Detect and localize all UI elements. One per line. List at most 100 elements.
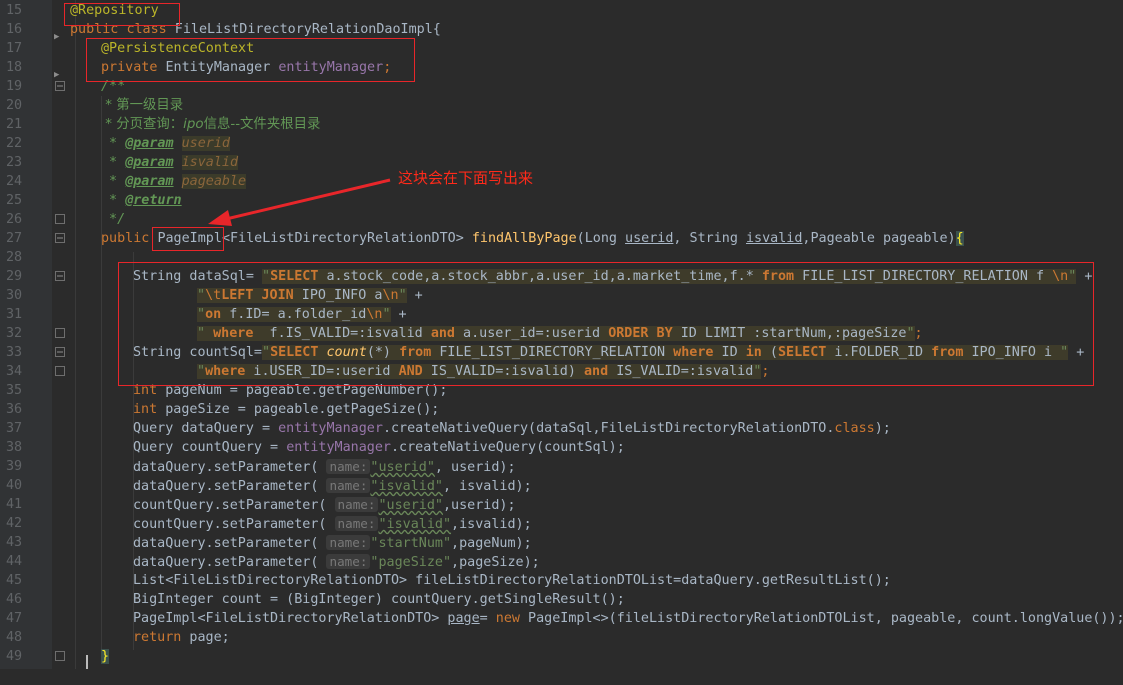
code-line-40: dataQuery.setParameter( name: "isvalid", … [0, 476, 1123, 495]
code-text: dataQuery.setParameter( [133, 460, 327, 475]
doc-comment: * [101, 155, 126, 170]
fold-end-icon[interactable] [55, 328, 65, 338]
code-text: Query dataQuery = [133, 421, 279, 436]
doc-comment: * 第一级目录 [101, 98, 184, 113]
code-line-20: * 第一级目录 [0, 96, 1123, 115]
param: ,Pageable pageable) [802, 231, 956, 246]
field-entity-manager: entityManager [286, 440, 391, 455]
code-line-41: countQuery.setParameter( name: "userid",u… [0, 495, 1123, 514]
code-line-37: Query dataQuery = entityManager.createNa… [0, 419, 1123, 438]
fold-minus-icon[interactable] [55, 81, 65, 91]
fold-minus-icon[interactable] [55, 347, 65, 357]
doc-comment: * [101, 136, 126, 151]
code-text: page; [181, 630, 230, 645]
code-text: PageImpl<>(fileListDirectoryRelationDTOL… [519, 611, 1123, 626]
param-hint: name: [326, 554, 371, 569]
code-line-22: * @param userid [0, 134, 1123, 153]
doc-param-tag: @param [125, 155, 174, 170]
code-line-25: * @return [0, 191, 1123, 210]
highlight-box-sql [118, 262, 1094, 386]
doc-comment: 信息--文件夹根目录 [203, 117, 321, 132]
code-line-47: PageImpl<FileListDirectoryRelationDTO> p… [0, 609, 1123, 628]
doc-comment: ipo [183, 117, 204, 132]
code-line-46: BigInteger count = (BigInteger) countQue… [0, 590, 1123, 609]
code-text: dataQuery.setParameter( [133, 555, 327, 570]
code-text: dataQuery.setParameter( [133, 536, 327, 551]
open-brace: { [955, 231, 964, 246]
param: (Long [576, 231, 626, 246]
fold-arrow-icon[interactable]: ▶ [54, 70, 59, 80]
code-line-23: * @param isvalid [0, 153, 1123, 172]
keyword-return: return [133, 630, 182, 645]
code-line-38: Query countQuery = entityManager.createN… [0, 438, 1123, 457]
doc-return-tag: @return [125, 193, 182, 208]
fold-end-icon[interactable] [55, 366, 65, 376]
code-text: ,pageNum); [451, 536, 532, 551]
code-text: List<FileListDirectoryRelationDTO> fileL… [133, 573, 891, 588]
code-line-44: dataQuery.setParameter( name: "pageSize",… [0, 552, 1123, 571]
field-entity-manager: entityManager [278, 421, 383, 436]
highlight-box-pageimpl [152, 227, 224, 251]
class-name: FileListDirectoryRelationDaoImpl{ [166, 22, 441, 37]
keyword-int: int [133, 402, 158, 417]
code-text: , userid); [434, 460, 516, 475]
code-text: Query countQuery = [133, 440, 287, 455]
close-brace: } [101, 649, 110, 664]
code-line-42: countQuery.setParameter( name: "isvalid",… [0, 514, 1123, 533]
code-text: .createNativeQuery(countSql); [391, 440, 625, 455]
keyword-class: class [834, 421, 875, 436]
code-text: ,pageSize); [451, 555, 540, 570]
string-literal: "isvalid" [370, 479, 443, 494]
code-text: pageSize = pageable.getPageSize(); [157, 402, 440, 417]
code-line-43: dataQuery.setParameter( name: "startNum",… [0, 533, 1123, 552]
fold-end-icon[interactable] [55, 214, 65, 224]
param-hint: name: [334, 497, 379, 512]
variable-page: page [447, 611, 480, 626]
doc-comment: */ [101, 212, 126, 227]
callout-arrow-icon [208, 178, 391, 226]
code-text: countQuery.setParameter( [133, 517, 335, 532]
code-text: BigInteger count = (BigInteger) countQue… [133, 592, 625, 607]
param-hint: name: [326, 459, 371, 474]
highlight-box-persistence [86, 38, 415, 82]
code-text: ,userid); [442, 498, 516, 513]
doc-param-value: userid [181, 136, 230, 151]
callout-text: 这块会在下面写出来 [398, 169, 534, 187]
string-literal: "startNum" [370, 536, 452, 551]
string-literal: "isvalid" [378, 517, 452, 532]
highlight-box-repository [64, 3, 180, 26]
code-text: ); [874, 421, 891, 436]
doc-comment: * 分页查询： [101, 117, 184, 132]
code-line-24: * @param pageable [0, 172, 1123, 191]
code-line-45: List<FileListDirectoryRelationDTO> fileL… [0, 571, 1123, 590]
code-text: dataQuery.setParameter( [133, 479, 327, 494]
string-literal: "userid" [378, 498, 443, 513]
code-text: countQuery.setParameter( [133, 498, 335, 513]
keyword-new: new [495, 611, 520, 626]
doc-param-tag: @param [125, 174, 174, 189]
doc-comment: * [101, 174, 126, 189]
code-text: PageImpl<FileListDirectoryRelationDTO> [133, 611, 448, 626]
generic-type: <FileListDirectoryRelationDTO> [221, 231, 472, 246]
string-literal: "pageSize" [370, 555, 452, 570]
param: , String [673, 231, 746, 246]
fold-arrow-icon[interactable]: ▶ [54, 32, 59, 42]
code-line-49: } [0, 647, 1123, 666]
doc-comment: * [101, 193, 126, 208]
code-text: , isvalid); [442, 479, 532, 494]
code-line-39: dataQuery.setParameter( name: "userid", u… [0, 457, 1123, 476]
code-line-48: return page; [0, 628, 1123, 647]
param-name: userid [625, 231, 674, 246]
code-text: .createNativeQuery(dataSql,FileListDirec… [382, 421, 835, 436]
fold-minus-icon[interactable] [55, 271, 65, 281]
doc-param-tag: @param [125, 136, 174, 151]
param-hint: name: [334, 516, 379, 531]
fold-end-icon[interactable] [55, 651, 65, 661]
code-text: = [479, 611, 496, 626]
code-text: ,isvalid); [451, 517, 532, 532]
keyword-public: public [101, 231, 158, 246]
string-literal: "userid" [370, 460, 435, 475]
fold-minus-icon[interactable] [55, 233, 65, 243]
param-hint: name: [326, 535, 371, 550]
method-name: findAllByPage [471, 231, 577, 246]
